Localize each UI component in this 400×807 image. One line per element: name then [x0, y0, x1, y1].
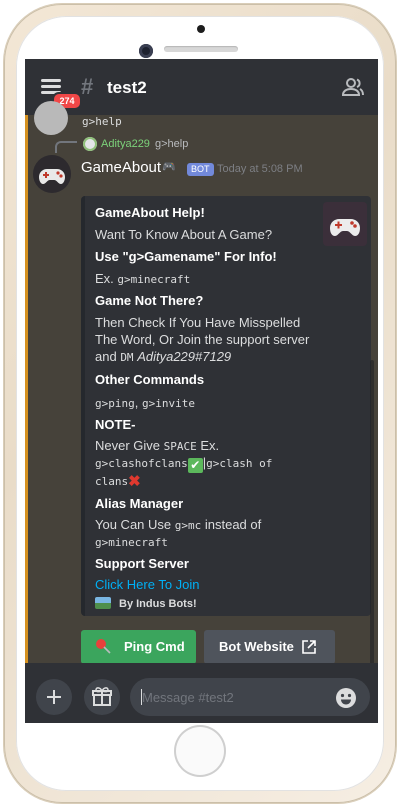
alias-short-code: g>mc — [174, 519, 202, 532]
bot-tag: BOT — [187, 163, 214, 176]
earpiece-speaker — [164, 46, 238, 52]
use-heading: Use "g>Gamename" For Info! — [95, 249, 277, 264]
emoji-picker-icon[interactable] — [335, 687, 357, 709]
channel-hash-icon: # — [81, 74, 94, 99]
invite-command: g>invite — [141, 397, 195, 410]
bot-avatar[interactable] — [33, 155, 71, 193]
reply-text[interactable]: g>help — [155, 138, 188, 150]
not-there-heading: Game Not There? — [95, 293, 204, 308]
embed-footer: By Indus Bots! — [119, 598, 197, 610]
previous-message-text: g>help — [82, 115, 122, 128]
check-mark-icon: ✔ — [187, 458, 203, 473]
command-separator: , — [134, 395, 142, 410]
not-there-line-3: and DM Aditya229#7129 — [95, 349, 231, 364]
gamepad-avatar-icon — [33, 155, 71, 193]
chat-scrollbar[interactable] — [370, 360, 374, 715]
previous-message-avatar[interactable] — [34, 101, 68, 135]
message-timestamp: Today at 5:08 PM — [217, 163, 303, 175]
home-button[interactable] — [174, 725, 226, 777]
front-camera — [139, 44, 153, 58]
bot-website-label: Bot Website — [219, 639, 294, 654]
sensor-dot — [197, 25, 205, 33]
note-line-2: g>clashofclans ✔ |g>clash of — [95, 455, 272, 473]
note-heading: NOTE- — [95, 417, 136, 432]
external-link-icon — [302, 640, 316, 654]
reply-username[interactable]: Aditya229 — [101, 138, 150, 150]
example-prefix: Ex. — [95, 271, 118, 286]
space-code: SPACE — [163, 440, 197, 453]
message-list[interactable]: g>help Aditya229 g>help GameAbout 🎮 BOT … — [25, 101, 378, 715]
gift-icon — [92, 687, 112, 706]
not-there-line-1: Then Check If You Have Misspelled — [95, 315, 301, 330]
alias-heading: Alias Manager — [95, 496, 184, 511]
alias-line-1: You Can Use g>mc instead of — [95, 517, 261, 532]
note-ex: Ex. — [196, 438, 220, 453]
pushpin-icon — [96, 639, 111, 654]
ping-cmd-button[interactable]: Ping Cmd — [81, 630, 196, 664]
message-composer — [25, 663, 378, 723]
note-prefix: Never Give — [95, 438, 164, 453]
bad-command-code: g>clash of — [206, 457, 273, 470]
good-command-code: g>clashofclans — [95, 457, 188, 470]
support-heading: Support Server — [95, 556, 189, 571]
discord-screen: 274 # test2 g>help Aditya229 g>help Game… — [25, 59, 378, 723]
embed-intro: Want To Know About A Game? — [95, 227, 273, 242]
owner-handle: Aditya229#7129 — [137, 349, 232, 364]
help-embed: GameAbout Help! Want To Know About A Gam… — [81, 196, 371, 616]
channel-title: test2 — [107, 78, 147, 97]
channel-header: 274 # test2 — [25, 59, 378, 115]
gift-button[interactable] — [84, 679, 120, 715]
dm-code: DM — [120, 351, 134, 364]
example-code: g>minecraft — [117, 273, 191, 286]
add-attachment-button[interactable] — [36, 679, 72, 715]
text-cursor — [141, 689, 142, 705]
note-line-1: Never Give SPACE Ex. — [95, 438, 219, 453]
gamepad-icon: 🎮 — [162, 161, 176, 173]
members-icon[interactable] — [342, 77, 364, 97]
support-link[interactable]: Click Here To Join — [95, 577, 200, 592]
bot-username[interactable]: GameAbout — [81, 159, 161, 176]
reply-avatar[interactable] — [83, 137, 97, 151]
reply-connector — [55, 141, 77, 153]
other-commands-list: g>ping, g>invite — [95, 395, 195, 410]
embed-thumbnail[interactable] — [323, 202, 367, 246]
mention-highlight-bar — [25, 115, 28, 663]
message-input[interactable] — [130, 678, 370, 716]
bot-website-button[interactable]: Bot Website — [204, 630, 335, 664]
alias-suffix: instead of — [201, 517, 262, 532]
embed-title: GameAbout Help! — [95, 205, 205, 220]
bad-command-code-cont: clans — [95, 475, 129, 488]
use-example: Ex. g>minecraft — [95, 271, 190, 286]
gamepad-thumbnail-icon — [323, 202, 367, 246]
alias-long-code: g>minecraft — [95, 536, 168, 549]
ping-command: g>ping — [95, 397, 135, 410]
other-commands-heading: Other Commands — [95, 372, 205, 387]
alias-line-2: g>minecraft — [95, 534, 168, 549]
ping-cmd-label: Ping Cmd — [124, 639, 185, 654]
alias-prefix: You Can Use — [95, 517, 175, 532]
footer-image-icon — [95, 597, 111, 609]
not-there-line-2: The Word, Or Join the support server — [95, 332, 310, 347]
and-text: and — [95, 349, 121, 364]
note-line-3: clans✖ — [95, 472, 141, 490]
cross-mark-icon: ✖ — [128, 473, 141, 490]
